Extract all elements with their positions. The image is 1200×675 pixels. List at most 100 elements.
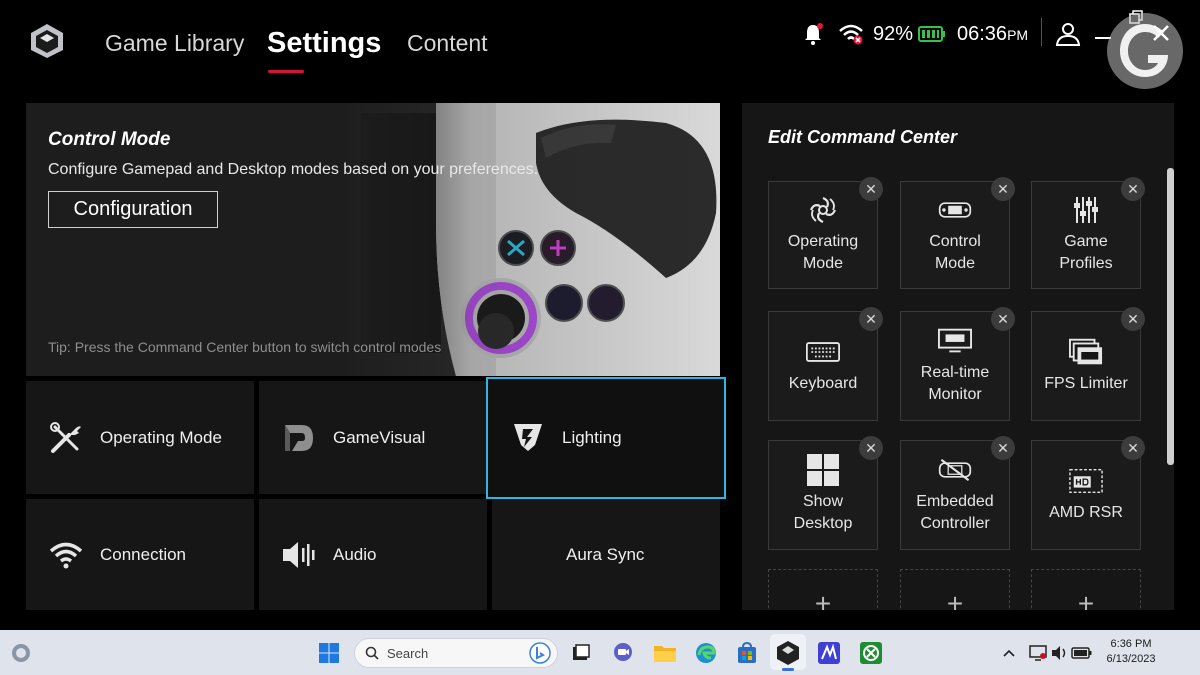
wifi-icon — [46, 535, 86, 575]
controller-off-icon — [938, 455, 972, 485]
scrollbar[interactable] — [1167, 168, 1174, 465]
remove-embedded-controller-button[interactable]: ✕ — [991, 436, 1015, 460]
tab-settings[interactable]: Settings — [267, 27, 381, 60]
myasus-icon[interactable] — [816, 640, 842, 666]
tile-operating-mode[interactable]: Operating Mode — [26, 381, 254, 494]
cc-item-label: Control — [929, 233, 981, 250]
add-shortcut-slot[interactable]: + — [900, 569, 1010, 610]
tile-audio[interactable]: Audio — [259, 499, 487, 610]
battery-icon[interactable] — [1069, 640, 1095, 666]
speaker-icon — [279, 535, 319, 575]
cc-item-label: Operating — [787, 233, 859, 250]
keyboard-icon — [806, 337, 840, 367]
widgets-icon[interactable] — [8, 640, 34, 666]
edge-browser-icon[interactable] — [693, 640, 719, 666]
notification-bell-icon[interactable] — [802, 22, 824, 46]
tab-content[interactable]: Content — [407, 30, 488, 57]
tile-connection[interactable]: Connection — [26, 499, 254, 610]
task-view-icon[interactable] — [568, 640, 594, 666]
taskbar-date: 6/13/2023 — [1106, 653, 1156, 665]
armoury-crate-taskbar-icon[interactable] — [775, 640, 801, 666]
active-app-indicator — [782, 668, 794, 671]
remove-operating-mode-button[interactable]: ✕ — [859, 177, 883, 201]
tile-aura-sync[interactable]: Aura Sync — [492, 499, 720, 610]
fan-icon — [806, 195, 840, 225]
remove-realtime-monitor-button[interactable]: ✕ — [991, 307, 1015, 331]
remove-show-desktop-button[interactable]: ✕ — [859, 436, 883, 460]
cc-item-label: Mode — [934, 255, 975, 272]
add-shortcut-slot[interactable]: + — [768, 569, 878, 610]
cc-item-label: Desktop — [793, 515, 853, 532]
tile-label: Operating Mode — [100, 427, 222, 447]
cc-item-label: Profiles — [1059, 255, 1113, 272]
cc-item-label: Monitor — [928, 386, 982, 403]
bing-icon[interactable] — [529, 642, 551, 664]
hd-icon — [1069, 466, 1103, 496]
taskbar-clock[interactable]: 6:36 PM 6/13/2023 — [1100, 637, 1162, 667]
watermark-logo — [1104, 10, 1186, 92]
cc-item-label: Game — [1064, 233, 1108, 250]
remove-fps-limiter-button[interactable]: ✕ — [1121, 307, 1145, 331]
tile-gamevisual[interactable]: GameVisual — [259, 381, 487, 494]
tab-game-library[interactable]: Game Library — [105, 30, 244, 57]
add-shortcut-slot[interactable]: + — [1031, 569, 1141, 610]
clock: 06:36 PM — [957, 22, 1029, 45]
show-hidden-icons-chevron-icon[interactable] — [996, 640, 1022, 666]
cc-item-realtime-monitor[interactable]: Real-time Monitor — [900, 311, 1010, 421]
tile-label: Connection — [100, 544, 187, 564]
sliders-icon — [1069, 195, 1103, 225]
remove-amd-rsr-button[interactable]: ✕ — [1121, 436, 1145, 460]
wifi-status-icon — [838, 22, 864, 46]
control-mode-card: Control Mode Configure Gamepad and Deskt… — [26, 103, 720, 376]
handheld-device-image — [336, 103, 720, 376]
cc-item-label: Embedded — [916, 493, 994, 510]
cc-item-label: Real-time — [920, 364, 990, 381]
cc-item-embedded-controller[interactable]: Embedded Controller — [900, 440, 1010, 550]
tile-label: GameVisual — [333, 427, 426, 447]
armoury-crate-logo[interactable] — [28, 22, 66, 60]
monitor-icon — [938, 326, 972, 356]
cc-item-label: Keyboard — [788, 375, 858, 392]
battery-percent: 92% — [873, 22, 914, 45]
file-explorer-icon[interactable] — [652, 640, 678, 666]
remove-game-profiles-button[interactable]: ✕ — [1121, 177, 1145, 201]
cc-item-label: Show — [802, 493, 843, 510]
cc-item-label: AMD RSR — [1049, 504, 1123, 521]
cc-item-show-desktop[interactable]: Show Desktop — [768, 440, 878, 550]
lighting-icon — [508, 418, 548, 458]
start-windows-icon[interactable] — [316, 640, 342, 666]
configuration-button[interactable]: Configuration — [48, 191, 218, 228]
cc-item-keyboard[interactable]: Keyboard — [768, 311, 878, 421]
taskbar-time: 6:36 PM — [1110, 638, 1152, 650]
status-divider — [1041, 18, 1042, 46]
cc-item-label: Controller — [920, 515, 990, 532]
control-mode-title: Control Mode — [48, 129, 171, 150]
tile-lighting[interactable]: Lighting — [486, 377, 726, 499]
battery-charging-icon — [918, 22, 946, 46]
tools-icon — [46, 418, 86, 458]
tile-label: Aura Sync — [566, 544, 645, 564]
aura-sync-icon — [512, 535, 552, 575]
microsoft-store-icon[interactable] — [734, 640, 760, 666]
user-account-icon[interactable] — [1054, 22, 1082, 46]
chat-icon[interactable] — [610, 640, 636, 666]
cc-item-label: FPS Limiter — [1044, 375, 1128, 392]
tile-label: Audio — [333, 544, 377, 564]
taskbar-search[interactable]: Search — [354, 638, 558, 668]
fps-icon — [1069, 337, 1103, 367]
cc-item-label: Mode — [802, 255, 843, 272]
remove-control-mode-button[interactable]: ✕ — [991, 177, 1015, 201]
control-mode-description: Configure Gamepad and Desktop modes base… — [48, 161, 539, 178]
gamevisual-icon — [279, 418, 319, 458]
xbox-icon[interactable] — [858, 640, 884, 666]
remove-keyboard-button[interactable]: ✕ — [859, 307, 883, 331]
windows-icon — [806, 454, 840, 486]
active-tab-indicator — [268, 70, 304, 73]
handheld-icon — [938, 195, 972, 225]
close-icon[interactable] — [1152, 24, 1170, 42]
edit-command-center-panel: Edit Command Center Operating Mode ✕ Cont… — [742, 103, 1174, 610]
search-icon — [365, 646, 379, 660]
search-placeholder: Search — [387, 645, 429, 661]
control-mode-tip: Tip: Press the Command Center button to … — [48, 339, 442, 355]
edit-command-center-title: Edit Command Center — [768, 127, 958, 147]
